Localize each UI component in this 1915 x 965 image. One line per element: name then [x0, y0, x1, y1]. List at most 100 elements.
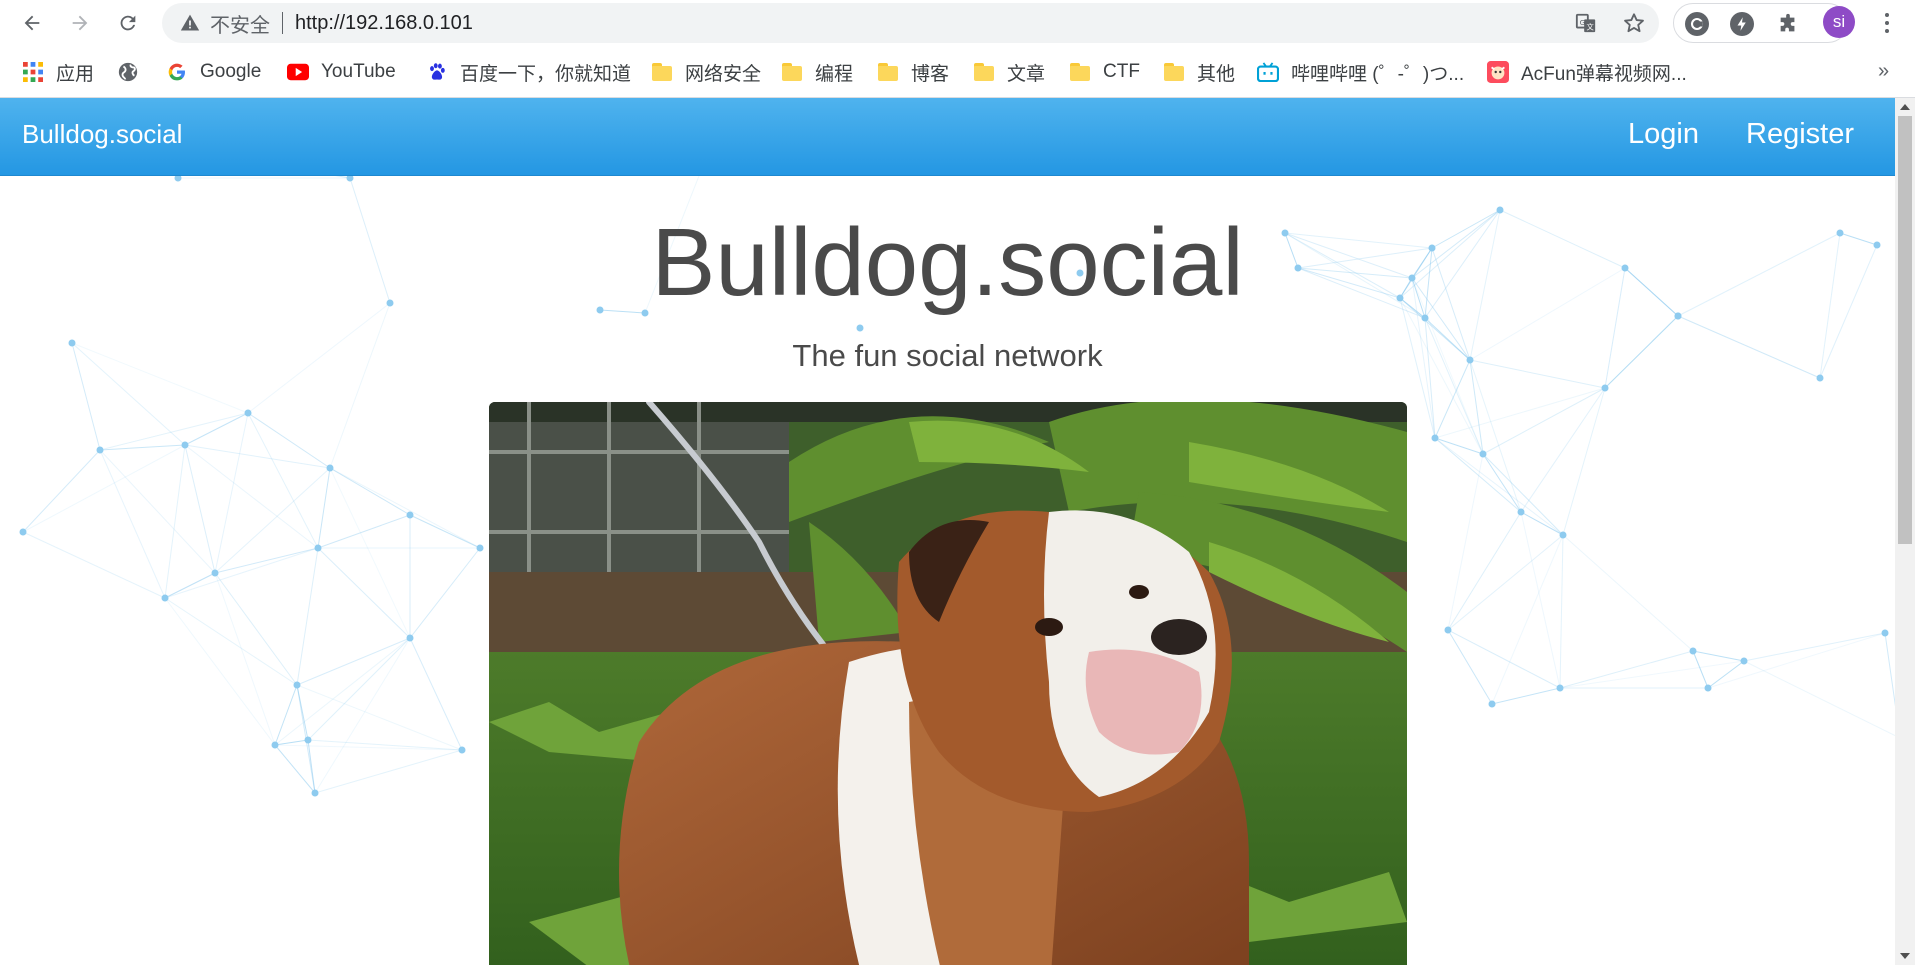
- plexus-node: [314, 544, 322, 552]
- plexus-line: [99, 449, 216, 574]
- url-text[interactable]: http://192.168.0.101: [295, 12, 473, 35]
- plexus-node: [406, 511, 414, 519]
- plexus-node: [1488, 700, 1496, 708]
- plexus-node: [311, 789, 319, 797]
- plexus-line: [1434, 387, 1606, 439]
- reload-icon[interactable]: [113, 8, 143, 38]
- plexus-line: [329, 467, 411, 516]
- star-icon[interactable]: [1622, 11, 1646, 35]
- plexus-line: [296, 684, 463, 751]
- bookmark-youtube[interactable]: YouTube: [287, 58, 396, 86]
- browser-toolbar: 不安全 http://192.168.0.101 G文 si: [0, 0, 1915, 46]
- bookmark-label: 其他: [1197, 63, 1236, 85]
- plexus-line: [1562, 534, 1694, 652]
- plexus-line: [1491, 534, 1564, 705]
- plexus-line: [317, 467, 331, 549]
- plexus-node: [1556, 684, 1564, 692]
- menu-dots-icon[interactable]: [1880, 8, 1894, 38]
- bookmark-acfun[interactable]: AcFun弹幕视频网...: [1487, 58, 1687, 86]
- plexus-node: [304, 736, 312, 744]
- login-link[interactable]: Login: [1628, 118, 1699, 151]
- plexus-line: [164, 444, 186, 599]
- plexus-node: [476, 544, 484, 552]
- forward-arrow-icon[interactable]: [65, 8, 95, 38]
- vertical-scrollbar[interactable]: [1895, 98, 1915, 965]
- plexus-node: [211, 569, 219, 577]
- bookmark-apps[interactable]: 应用: [22, 58, 94, 86]
- scrollbar-thumb[interactable]: [1898, 116, 1912, 544]
- extension-c-icon[interactable]: [1685, 12, 1709, 36]
- plexus-line: [329, 302, 391, 469]
- bookmark-folder-programming[interactable]: 编程: [781, 58, 853, 86]
- plexus-node: [1881, 629, 1889, 637]
- plexus-line: [1884, 632, 1895, 707]
- plexus-line: [99, 444, 186, 451]
- acfun-icon: [1487, 61, 1509, 83]
- plexus-line: [1434, 437, 1564, 536]
- plexus-line: [296, 637, 411, 686]
- plexus-node: [1601, 384, 1609, 392]
- address-bar[interactable]: 不安全 http://192.168.0.101 G文: [162, 3, 1659, 43]
- plexus-line: [1447, 511, 1522, 631]
- puzzle-icon[interactable]: [1776, 12, 1800, 36]
- translate-icon[interactable]: G文: [1574, 11, 1598, 35]
- plexus-line: [1743, 632, 1886, 662]
- plexus-line: [99, 412, 249, 451]
- bookmark-label: AcFun弹幕视频网...: [1521, 63, 1687, 85]
- plexus-line: [1559, 650, 1694, 689]
- plexus-line: [1743, 660, 1895, 737]
- bookmark-google[interactable]: Google: [166, 58, 261, 86]
- avatar[interactable]: si: [1823, 6, 1855, 38]
- extension-bolt-icon[interactable]: [1730, 12, 1754, 36]
- bookmark-globe[interactable]: [117, 58, 151, 86]
- plexus-line: [317, 514, 411, 549]
- plexus-line: [164, 597, 298, 686]
- plexus-node: [1816, 374, 1824, 382]
- plexus-node: [244, 409, 252, 417]
- bookmark-label: YouTube: [321, 61, 396, 82]
- apps-grid-icon: [22, 61, 44, 83]
- plexus-node: [458, 746, 466, 754]
- bookmark-baidu[interactable]: 百度一下，你就知道: [426, 58, 631, 86]
- bookmark-folder-articles[interactable]: 文章: [973, 58, 1045, 86]
- plexus-line: [1692, 650, 1709, 689]
- bookmark-label: Google: [200, 61, 262, 82]
- bookmark-folder-ctf[interactable]: CTF: [1069, 58, 1140, 86]
- bookmarks-overflow-button[interactable]: »: [1878, 60, 1889, 83]
- plexus-node: [326, 464, 334, 472]
- scroll-down-arrow-icon[interactable]: [1895, 947, 1915, 965]
- folder-icon: [877, 61, 899, 83]
- folder-icon: [1163, 61, 1185, 83]
- plexus-line: [296, 547, 319, 686]
- bookmark-folder-blog[interactable]: 博客: [877, 58, 949, 86]
- plexus-line: [164, 547, 319, 599]
- plexus-line: [184, 444, 331, 469]
- back-arrow-icon[interactable]: [17, 8, 47, 38]
- page-viewport: Bulldog.social Login Register Bulldog.so…: [0, 98, 1895, 965]
- folder-icon: [973, 61, 995, 83]
- plexus-node: [1740, 657, 1748, 665]
- bookmark-label: CTF: [1103, 61, 1140, 82]
- plexus-node: [161, 594, 169, 602]
- register-link[interactable]: Register: [1746, 118, 1854, 151]
- insecure-label[interactable]: 不安全: [210, 9, 270, 38]
- plexus-line: [164, 572, 216, 599]
- plexus-node: [181, 441, 189, 449]
- plexus-line: [1482, 453, 1522, 513]
- site-brand-link[interactable]: Bulldog.social: [22, 119, 182, 150]
- bookmark-folder-other[interactable]: 其他: [1163, 58, 1235, 86]
- plexus-node: [96, 446, 104, 454]
- bookmark-label: 编程: [815, 63, 854, 85]
- bookmark-label: 网络安全: [685, 63, 762, 85]
- hero-subtitle: The fun social network: [792, 338, 1103, 373]
- plexus-line: [274, 744, 463, 751]
- plexus-line: [317, 547, 411, 639]
- google-icon: [166, 61, 188, 83]
- bookmark-label: 哔哩哔哩 (゜-゜)つ...: [1291, 63, 1465, 85]
- warning-icon[interactable]: [180, 13, 200, 33]
- globe-icon: [117, 61, 139, 83]
- plexus-node: [271, 741, 279, 749]
- bookmark-folder-security[interactable]: 网络安全: [651, 58, 761, 86]
- bookmark-bilibili[interactable]: 哔哩哔哩 (゜-゜)つ...: [1257, 58, 1464, 86]
- scroll-up-arrow-icon[interactable]: [1895, 98, 1915, 116]
